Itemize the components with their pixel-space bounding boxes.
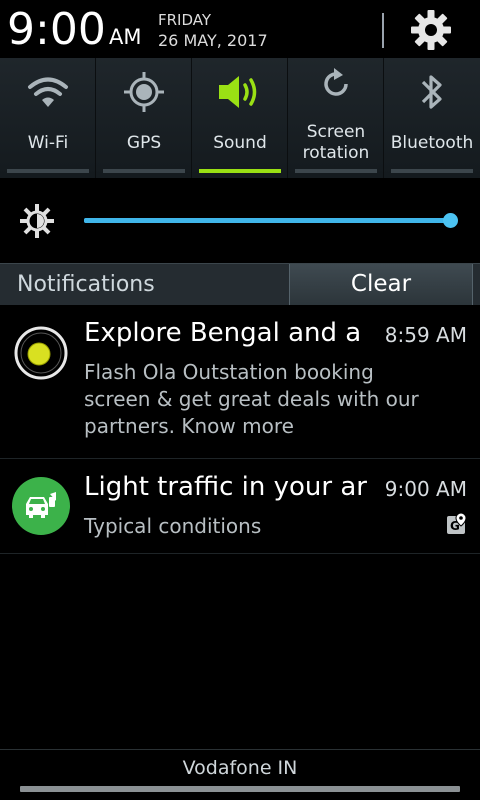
footer-divider xyxy=(0,749,480,750)
qs-indicator-gps xyxy=(103,169,185,173)
brightness-icon[interactable] xyxy=(19,203,55,239)
qs-indicator-bluetooth xyxy=(391,169,473,173)
carrier-label: Vodafone IN xyxy=(182,757,298,779)
qs-tile-wifi[interactable]: Wi-Fi xyxy=(0,58,96,178)
panel-drag-handle[interactable] xyxy=(20,786,460,792)
gps-icon xyxy=(124,72,164,112)
qs-tile-sound[interactable]: Sound xyxy=(192,58,288,178)
qs-indicator-sound xyxy=(199,169,281,173)
qs-indicator-wifi xyxy=(7,169,89,173)
settings-gear-icon[interactable] xyxy=(409,8,453,52)
notifications-title: Notifications xyxy=(17,272,155,297)
clear-button[interactable]: Clear xyxy=(289,264,473,305)
qs-label-rotation: Screen rotation xyxy=(288,122,384,164)
notification-body: Flash Ola Outstation booking screen & ge… xyxy=(84,360,419,438)
notification-item[interactable]: Explore Bengal and a 8:59 AM Flash Ola O… xyxy=(0,306,480,459)
qs-label-gps: GPS xyxy=(126,133,162,153)
quick-settings-panel: Wi-Fi GPS Sound Screen rotation Bluetoot… xyxy=(0,58,480,178)
clock-time: 9:00 xyxy=(7,4,106,55)
brightness-slider-fill xyxy=(84,218,450,223)
wifi-icon xyxy=(28,77,68,107)
brightness-slider[interactable] xyxy=(84,213,458,228)
rotation-icon xyxy=(324,68,348,96)
qs-label-wifi: Wi-Fi xyxy=(27,133,69,153)
qs-tile-bluetooth[interactable]: Bluetooth xyxy=(384,58,480,178)
ola-icon xyxy=(14,326,68,380)
header-divider xyxy=(382,13,384,48)
notification-body: Typical conditions xyxy=(84,514,262,538)
qs-label-rotation-text: Screen rotation xyxy=(302,122,370,163)
qs-label-sound: Sound xyxy=(213,133,267,153)
notification-time: 9:00 AM xyxy=(384,477,467,501)
date-full: 26 MAY, 2017 xyxy=(158,31,268,50)
bluetooth-icon xyxy=(421,75,442,109)
maps-badge-icon: G xyxy=(447,513,467,534)
notification-time: 8:59 AM xyxy=(384,323,467,347)
notification-item[interactable]: Light traffic in your ar 9:00 AM Typical… xyxy=(0,460,480,554)
traffic-car-icon xyxy=(12,477,70,535)
qs-tile-rotation[interactable]: Screen rotation xyxy=(288,58,384,178)
notification-title: Explore Bengal and a xyxy=(84,318,362,348)
qs-label-bluetooth: Bluetooth xyxy=(390,133,474,153)
qs-tile-gps[interactable]: GPS xyxy=(96,58,192,178)
brightness-row xyxy=(0,178,480,263)
status-header: 9:00 AM FRIDAY 26 MAY, 2017 xyxy=(0,0,480,58)
brightness-slider-thumb[interactable] xyxy=(443,213,458,228)
notifications-header: Notifications Clear xyxy=(0,263,480,305)
notification-title: Light traffic in your ar xyxy=(84,472,367,502)
qs-indicator-rotation xyxy=(295,169,377,173)
date-day: FRIDAY xyxy=(158,11,212,29)
clock-ampm: AM xyxy=(109,25,142,49)
sound-icon xyxy=(219,76,257,108)
